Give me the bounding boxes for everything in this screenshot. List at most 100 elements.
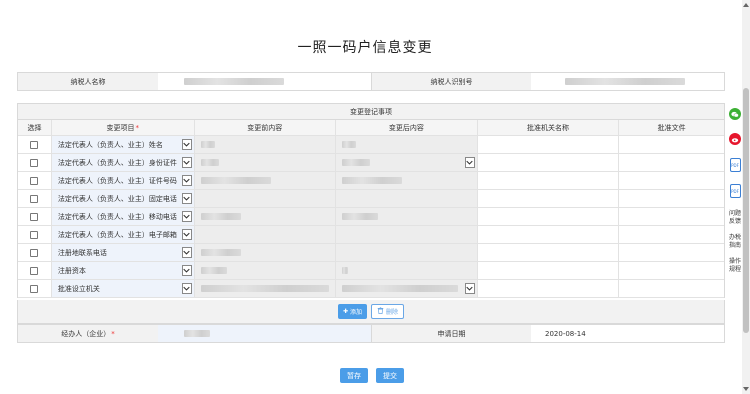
redacted-text (200, 285, 329, 292)
chevron-down-icon[interactable] (181, 157, 192, 168)
chevron-down-icon[interactable] (181, 247, 192, 258)
chevron-down-icon[interactable] (464, 157, 475, 168)
table-row: 法定代表人（负责人、业主）移动电话 (18, 208, 724, 226)
item-select[interactable]: 法定代表人（负责人、业主）固定电话 (51, 190, 195, 207)
item-select[interactable]: 法定代表人（负责人、业主）证件号码 (51, 172, 195, 189)
item-select[interactable]: 法定代表人（负责人、业主）移动电话 (51, 208, 195, 225)
redacted-text (200, 213, 241, 220)
item-select[interactable]: 注册资本 (51, 262, 195, 279)
row-checkbox[interactable] (30, 176, 39, 185)
delete-button[interactable]: 删除 (371, 304, 405, 319)
save-button[interactable]: 暂存 (340, 368, 368, 383)
feedback-link[interactable]: 问题反馈 (727, 210, 743, 226)
authority-cell[interactable] (478, 280, 620, 297)
redacted-text (342, 177, 403, 184)
after-cell[interactable] (336, 172, 478, 189)
table-row: 注册资本 (18, 262, 724, 280)
wechat-icon[interactable] (729, 108, 741, 120)
table-row: 法定代表人（负责人、业主）姓名 (18, 136, 724, 154)
float-sidebar: PDF PDF 问题反馈 办税指南 操作规程 (728, 108, 742, 282)
scroll-up-icon[interactable] (743, 2, 749, 8)
redacted-text (184, 330, 210, 337)
action-bar: ✚ 添加 删除 (17, 300, 725, 324)
chevron-down-icon[interactable] (181, 229, 192, 240)
authority-cell[interactable] (478, 208, 620, 225)
after-cell[interactable] (336, 226, 478, 243)
after-cell[interactable] (336, 244, 478, 261)
redacted-text (342, 213, 379, 220)
row-checkbox[interactable] (30, 140, 39, 149)
after-cell[interactable] (336, 190, 478, 207)
row-checkbox[interactable] (30, 248, 39, 257)
vertical-scrollbar[interactable] (742, 0, 750, 394)
chevron-down-icon[interactable] (181, 265, 192, 276)
submit-button[interactable]: 提交 (376, 368, 404, 383)
row-checkbox[interactable] (30, 158, 39, 167)
scroll-down-icon[interactable] (743, 386, 749, 392)
file-cell[interactable] (619, 136, 724, 153)
file-cell[interactable] (619, 154, 724, 171)
authority-cell[interactable] (478, 226, 620, 243)
row-checkbox[interactable] (30, 194, 39, 203)
chevron-down-icon[interactable] (181, 175, 192, 186)
row-checkbox[interactable] (30, 230, 39, 239)
file-cell[interactable] (619, 280, 724, 297)
item-select[interactable]: 注册地联系电话 (51, 244, 195, 261)
item-select[interactable]: 法定代表人（负责人、业主）身份证件 (51, 154, 195, 171)
scrollbar-thumb[interactable] (743, 88, 749, 333)
header-file: 批准文件 (657, 123, 686, 132)
chevron-down-icon[interactable] (464, 283, 475, 294)
authority-cell[interactable] (478, 190, 620, 207)
item-select-text: 注册地联系电话 (57, 248, 107, 257)
select-cell (18, 190, 52, 207)
redacted-text (200, 141, 215, 148)
chevron-down-icon[interactable] (181, 211, 192, 222)
authority-cell[interactable] (478, 154, 620, 171)
redacted-text (342, 159, 371, 166)
item-select[interactable]: 批准设立机关 (51, 280, 195, 297)
authority-cell[interactable] (478, 172, 620, 189)
table-header-row: 选择 变更项目 * 变更前内容 变更后内容 批准机关名称 批准文件 (18, 120, 724, 136)
row-checkbox[interactable] (30, 284, 39, 293)
after-cell[interactable] (336, 262, 478, 279)
item-select-text: 法定代表人（负责人、业主）姓名 (57, 140, 163, 149)
add-button[interactable]: ✚ 添加 (337, 304, 368, 319)
taxpayer-id-value (531, 73, 724, 90)
authority-cell[interactable] (478, 262, 620, 279)
item-select[interactable]: 法定代表人（负责人、业主）电子邮箱 (51, 226, 195, 243)
item-select-text: 法定代表人（负责人、业主）电子邮箱 (57, 230, 177, 239)
after-cell[interactable] (336, 136, 478, 153)
tax-guide-link[interactable]: 办税指南 (727, 234, 743, 250)
taxpayer-info-row: 纳税人名称 纳税人识别号 (17, 72, 725, 91)
chevron-down-icon[interactable] (181, 283, 192, 294)
redacted-text (342, 285, 459, 292)
item-select[interactable]: 法定代表人（负责人、业主）姓名 (51, 136, 195, 153)
file-cell[interactable] (619, 190, 724, 207)
pdf-icon[interactable]: PDF (729, 184, 741, 198)
chevron-down-icon[interactable] (181, 193, 192, 204)
table-row: 注册地联系电话 (18, 244, 724, 262)
file-cell[interactable] (619, 208, 724, 225)
row-checkbox[interactable] (30, 212, 39, 221)
file-cell[interactable] (619, 172, 724, 189)
before-cell (194, 190, 337, 207)
row-checkbox[interactable] (30, 266, 39, 275)
required-mark: * (111, 329, 115, 338)
authority-cell[interactable] (478, 244, 620, 261)
select-cell (18, 244, 52, 261)
before-cell (194, 172, 337, 189)
file-cell[interactable] (619, 262, 724, 279)
pdf-icon[interactable]: PDF (729, 158, 741, 172)
chevron-down-icon[interactable] (181, 139, 192, 150)
select-cell (18, 154, 52, 171)
after-select[interactable] (336, 280, 478, 297)
authority-cell[interactable] (478, 136, 620, 153)
file-cell[interactable] (619, 226, 724, 243)
after-select[interactable] (336, 154, 478, 171)
page-title: 一照一码户信息变更 (297, 40, 433, 56)
operation-manual-link[interactable]: 操作规程 (727, 258, 743, 274)
weibo-icon[interactable] (729, 133, 741, 145)
after-cell[interactable] (336, 208, 478, 225)
operator-input[interactable] (158, 325, 371, 342)
file-cell[interactable] (619, 244, 724, 261)
